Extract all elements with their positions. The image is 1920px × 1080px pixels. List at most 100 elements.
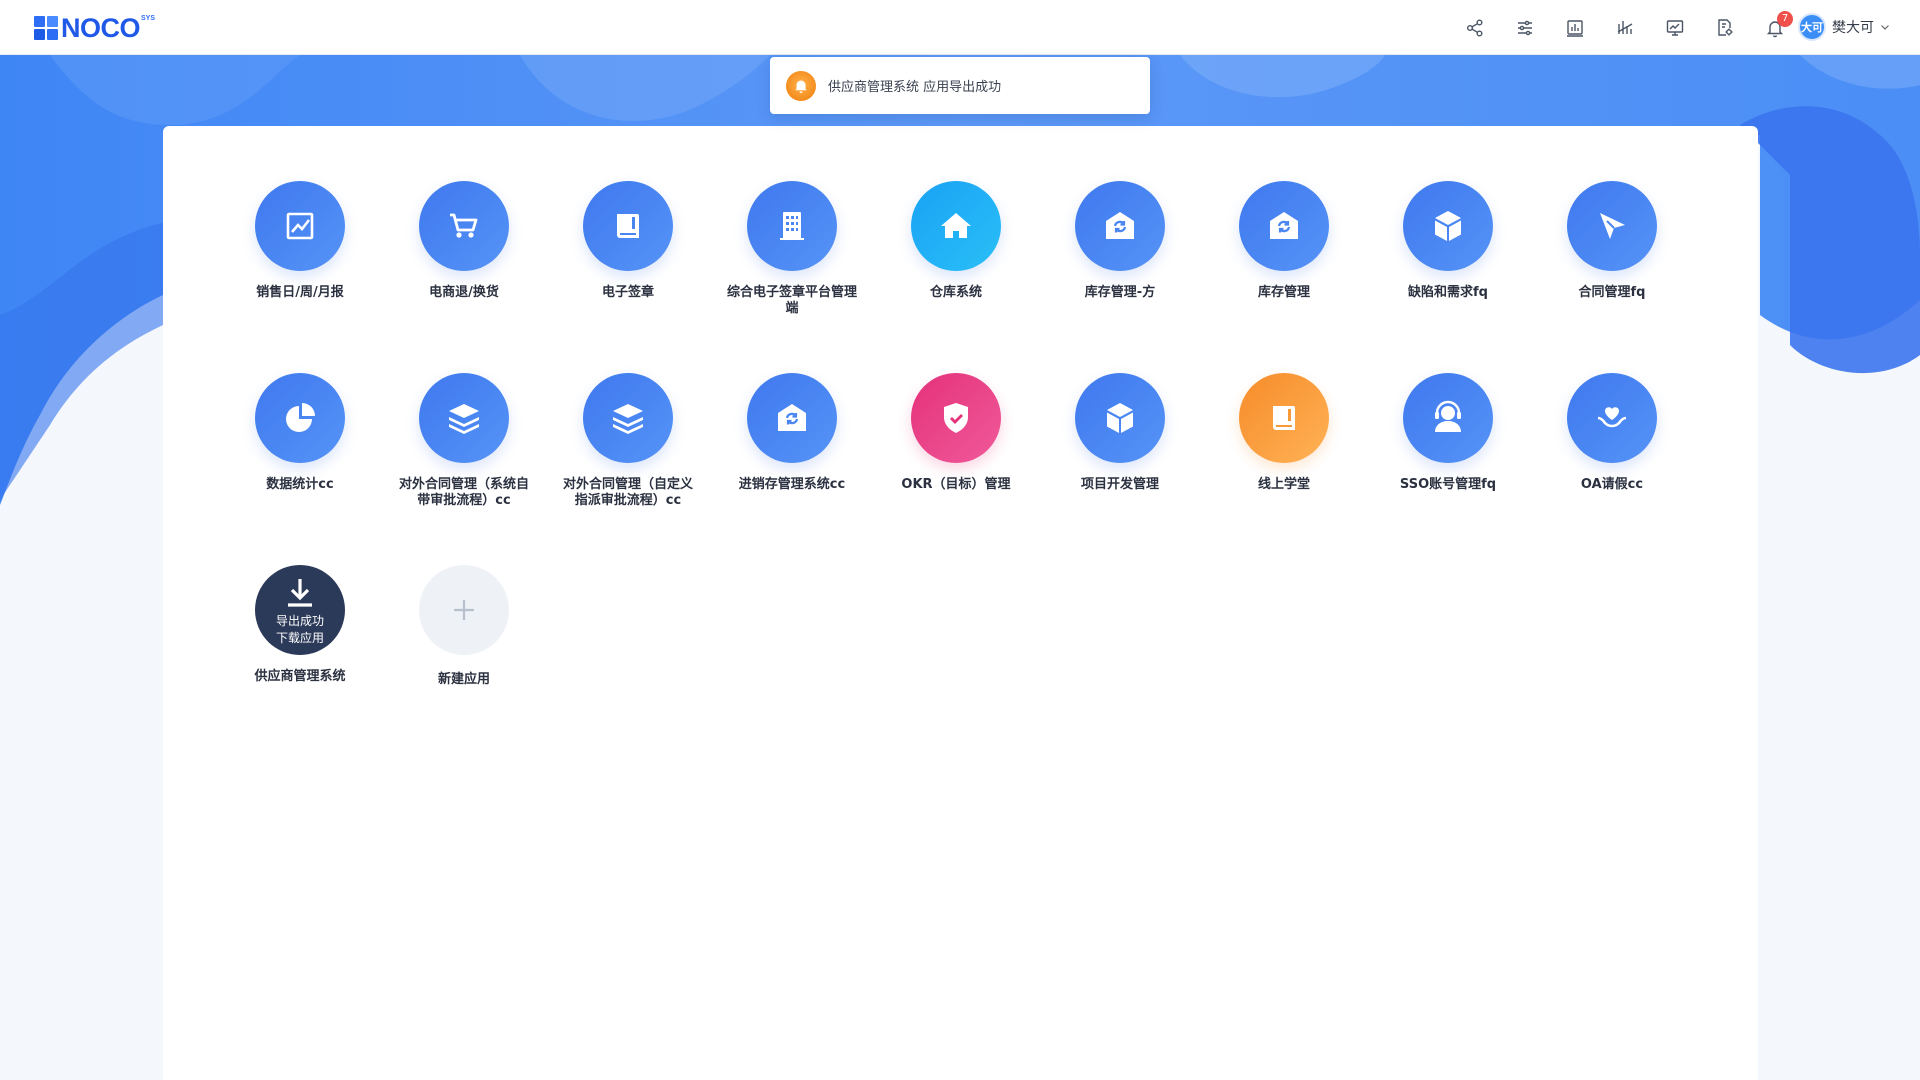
chart-icon[interactable] [1600,0,1650,55]
app-item[interactable]: 项目开发管理 [1038,373,1202,565]
app-label: OA请假cc [1580,477,1644,492]
toast-message: 供应商管理系统 应用导出成功 [828,80,1002,95]
app-label: 新建应用 [437,672,490,687]
hand-heart-icon [1597,407,1627,428]
app-label: 对外合同管理（自定义指派审批流程）cc [563,477,694,508]
cube-icon [1435,211,1461,241]
app-item[interactable]: 进销存管理系统cc [710,373,874,565]
doc-settings-icon[interactable] [1700,0,1750,55]
cart-icon [450,213,478,238]
user-name: 樊大可 [1832,20,1874,36]
sliders-icon[interactable] [1500,0,1550,55]
chevron-down-icon [1881,25,1889,30]
app-icon-circle [1239,373,1329,463]
warehouse-sync-icon [1106,212,1134,239]
app-icon-circle [1075,181,1165,271]
app-icon-circle [1567,373,1657,463]
send-icon [1600,213,1625,239]
report-icon[interactable] [1550,0,1600,55]
share-icon[interactable] [1450,0,1500,55]
notification-badge: 7 [1777,11,1793,27]
top-bar: NOCO SYS 7 大可 樊大可 [0,0,1920,55]
app-item[interactable]: OA请假cc [1530,373,1694,565]
logo-text: NOCO [61,13,141,43]
book-icon [1273,406,1295,430]
warehouse-sync-icon [778,404,806,431]
app-item[interactable]: 销售日/周/月报 [218,181,382,373]
app-label: 合同管理fq [1578,285,1646,300]
app-icon-circle [1567,181,1657,271]
app-icon-circle [255,373,345,463]
app-label: 对外合同管理（系统自带审批流程）cc [399,477,530,508]
app-icon-circle [1239,181,1329,271]
logo-superscript: SYS [141,15,156,22]
app-item[interactable]: 数据统计cc [218,373,382,565]
app-item[interactable]: 对外合同管理（系统自带审批流程）cc [382,373,546,565]
warehouse-sync-icon [1270,212,1298,239]
workspace-page: NOCO SYS 7 大可 樊大可 Hi ~ 供应商管理系统 应用导出成功 销售… [0,0,1920,1080]
monitor-icon[interactable] [1650,0,1700,55]
app-label: 库存管理-方 [1084,285,1156,300]
app-label: OKR（目标）管理 [901,477,1011,492]
app-icon-circle [1403,181,1493,271]
layers-icon [449,404,479,434]
app-label: SSO账号管理fq [1399,477,1497,492]
support-agent-icon [1435,400,1461,432]
app-item[interactable]: SSO账号管理fq [1366,373,1530,565]
shield-check-icon [944,403,968,433]
user-menu[interactable]: 大可 樊大可 [1798,13,1890,41]
app-label: 销售日/周/月报 [256,285,344,300]
app-icon-circle [747,181,837,271]
download-app-link[interactable]: 下载应用 [276,630,324,647]
app-icon-circle [911,181,1001,271]
home-icon [941,213,971,238]
app-item[interactable]: 库存管理 [1202,181,1366,373]
book-icon [617,214,639,238]
app-item[interactable]: 合同管理fq [1530,181,1694,373]
app-item[interactable]: 缺陷和需求fq [1366,181,1530,373]
header-toolbar: 7 [1450,0,1800,55]
app-label: 线上学堂 [1257,477,1310,492]
app-icon-circle [583,373,673,463]
app-grid: 销售日/周/月报 电商退/换货 电子签章 综合电子签章平台管理端 仓库系统 库存… [218,181,1718,757]
app-item[interactable]: 电商退/换货 [382,181,546,373]
app-item[interactable]: 线上学堂 [1202,373,1366,565]
plus-icon [454,600,474,620]
app-item[interactable]: 电子签章 [546,181,710,373]
new-app-button[interactable]: 新建应用 [382,565,546,757]
apps-card: 销售日/周/月报 电商退/换货 电子签章 综合电子签章平台管理端 仓库系统 库存… [163,126,1758,1080]
app-icon-circle [419,181,509,271]
app-label: 库存管理 [1257,285,1310,300]
line-chart-icon [286,212,314,240]
app-icon-circle [911,373,1001,463]
app-item[interactable]: OKR（目标）管理 [874,373,1038,565]
download-overlay[interactable]: 导出成功 下载应用 [255,565,345,655]
download-icon [288,579,312,607]
app-label: 综合电子签章平台管理端 [727,285,858,316]
cube-icon [1107,403,1133,433]
app-item[interactable]: 对外合同管理（自定义指派审批流程）cc [546,373,710,565]
app-label: 供应商管理系统 [254,669,346,684]
download-status-text: 导出成功 [275,614,324,628]
app-label: 数据统计cc [266,477,334,492]
logo[interactable]: NOCO SYS [34,14,155,42]
app-icon-circle [255,181,345,271]
app-icon-circle [419,565,509,655]
app-label: 进销存管理系统cc [738,477,846,492]
greeting: Hi ~ [164,133,202,155]
bell-icon [786,70,816,101]
avatar: 大可 [1798,13,1826,41]
bell-icon[interactable]: 7 [1750,0,1800,55]
app-label: 缺陷和需求fq [1408,285,1488,300]
app-icon-circle [1403,373,1493,463]
logo-mark-icon [34,16,58,40]
pie-icon [286,403,315,432]
app-item[interactable]: 导出成功 下载应用 供应商管理系统 [218,565,382,757]
app-item[interactable]: 综合电子签章平台管理端 [710,181,874,373]
app-icon-circle [583,181,673,271]
success-toast: 供应商管理系统 应用导出成功 [770,57,1150,114]
app-label: 电商退/换货 [429,285,499,300]
app-item[interactable]: 库存管理-方 [1038,181,1202,373]
app-label: 项目开发管理 [1080,477,1159,492]
app-item[interactable]: 仓库系统 [874,181,1038,373]
